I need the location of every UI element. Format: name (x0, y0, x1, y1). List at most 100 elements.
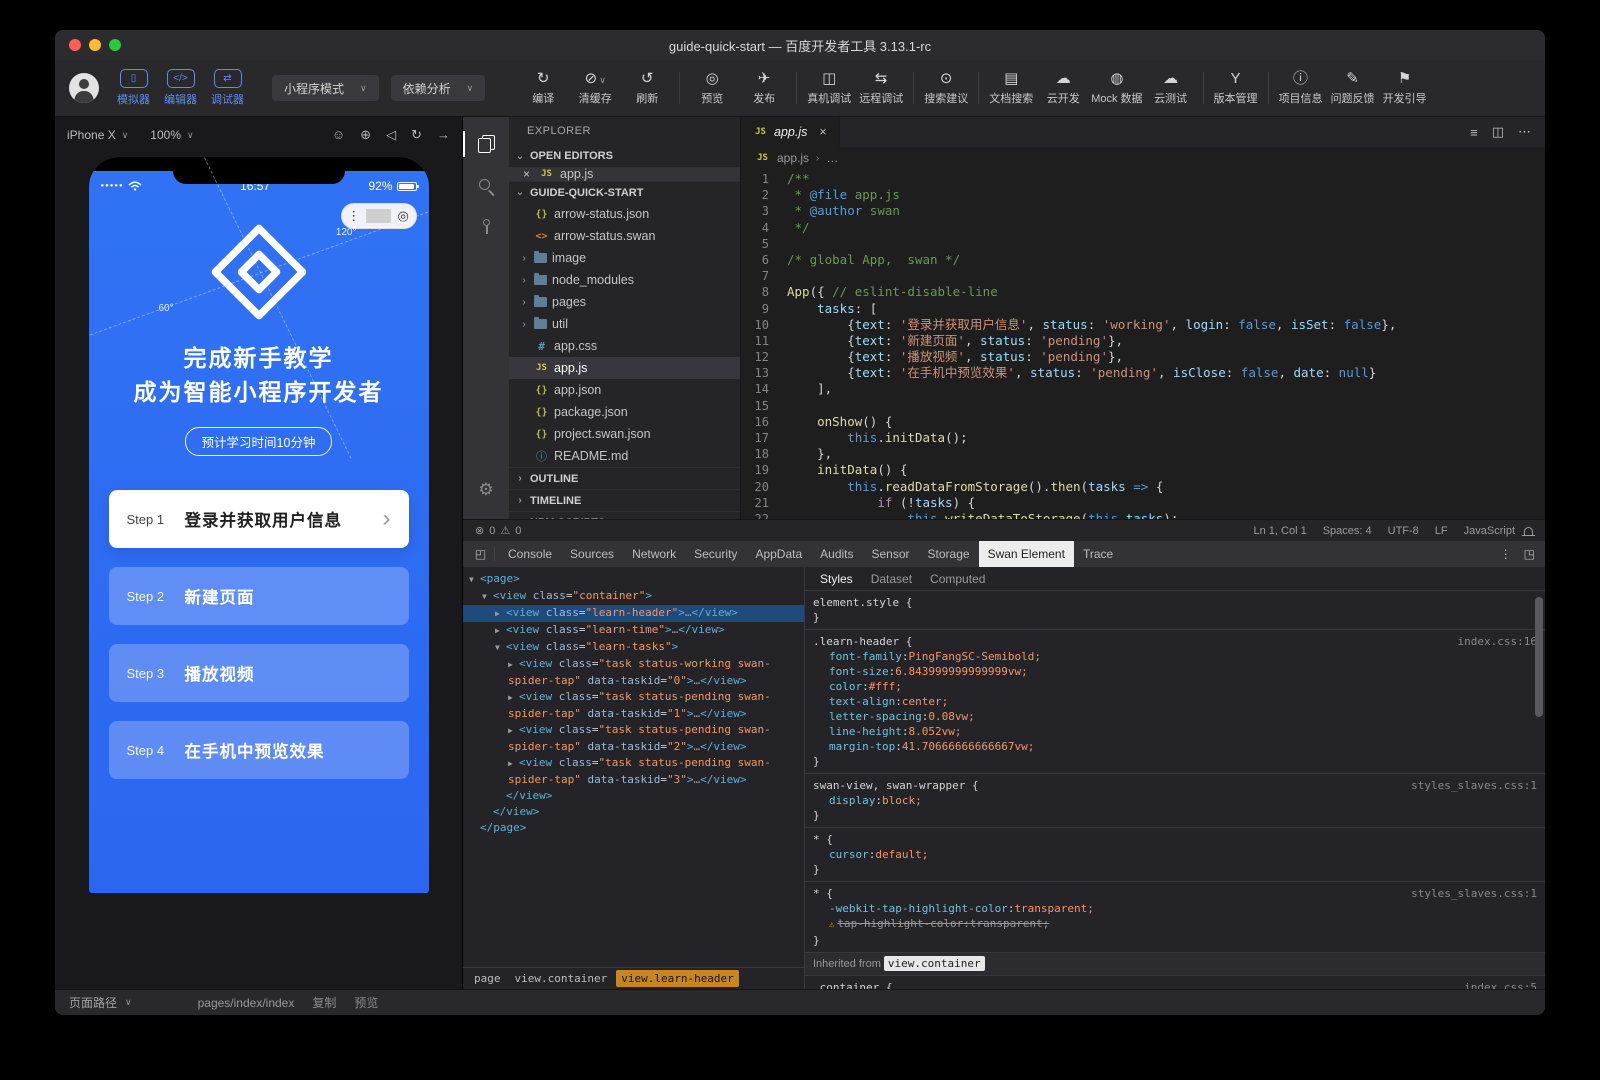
settings-gear-button[interactable]: ⚙ (463, 469, 509, 511)
devtools-tab-security[interactable]: Security (685, 541, 746, 567)
element-node[interactable]: </page> (463, 820, 804, 836)
status-language-mode[interactable]: JavaScript (1464, 525, 1515, 537)
toolbar-action-cloud-dev[interactable]: ☁云开发 (1039, 70, 1087, 106)
file-image[interactable]: ›image (509, 247, 740, 269)
devtools-tab-appdata[interactable]: AppData (746, 541, 811, 567)
elements-breadcrumb[interactable]: view.container (510, 970, 613, 987)
file-util[interactable]: ›util (509, 313, 740, 335)
stylesheet-link[interactable]: styles_slaves.css:1 (1399, 886, 1537, 901)
element-node[interactable]: ▶<view class="learn-time">…</view> (463, 622, 804, 639)
stylesheet-link[interactable]: index.css:16 (1446, 634, 1537, 649)
sound-icon[interactable]: ◁ (386, 127, 396, 143)
toolbar-action-refresh[interactable]: ↺刷新 (623, 70, 671, 106)
zoom-window-button[interactable] (109, 39, 121, 51)
inspect-element-icon[interactable]: ◰ (467, 547, 495, 561)
devtools-tab-trace[interactable]: Trace (1074, 541, 1122, 567)
explorer-activity-icon[interactable] (463, 123, 509, 165)
style-property[interactable]: -webkit-tap-highlight-color:transparent; (813, 901, 1537, 916)
step-card-2[interactable]: Step 2新建页面 (109, 567, 409, 625)
notifications-bell-icon[interactable] (1524, 527, 1533, 535)
toolbar-action-feedback[interactable]: ✎问题反馈 (1329, 70, 1377, 106)
element-node[interactable]: </view> (463, 788, 804, 804)
styles-subtab-dataset[interactable]: Dataset (862, 572, 921, 586)
element-node[interactable]: ▶<view class="task status-pending swan-s… (463, 689, 804, 722)
code-area[interactable]: 1/**2 * @file app.js3 * @author swan4 */… (741, 169, 1545, 519)
toolbar-dropdown-dependency-analysis[interactable]: 依赖分析∨ (391, 75, 486, 101)
toolbar-action-mock-data[interactable]: ◍Mock 数据 (1091, 70, 1142, 106)
close-icon[interactable]: × (819, 125, 826, 139)
toolbar-dropdown-mini-program-mode[interactable]: 小程序模式∨ (272, 75, 379, 101)
toolbar-action-search-suggest[interactable]: ⊙搜索建议 (922, 70, 970, 106)
inherited-element-link[interactable]: view.container (884, 956, 985, 971)
element-node[interactable]: ▼<view class="learn-tasks"> (463, 639, 804, 656)
element-node[interactable]: </view> (463, 804, 804, 820)
style-property[interactable]: margin-top:41.70666666666667vw; (813, 739, 1537, 754)
open-editors-list-icon[interactable]: ≡ (1470, 125, 1478, 140)
style-property[interactable]: font-size:6.843999999999999vw; (813, 664, 1537, 679)
more-icon[interactable]: ⋮ (1500, 547, 1512, 561)
path-label[interactable]: 页面路径 (69, 994, 117, 1011)
editor-breadcrumb[interactable]: JS app.js › … (741, 147, 1545, 169)
devtools-tab-sensor[interactable]: Sensor (863, 541, 919, 567)
style-property[interactable]: color:#fff; (813, 679, 1537, 694)
toolbar-action-clear-cache[interactable]: ⊘∨清缓存 (571, 70, 619, 106)
user-avatar[interactable] (69, 73, 99, 103)
detach-icon[interactable]: → (437, 127, 450, 143)
copy-path-button[interactable]: 复制 (312, 994, 336, 1011)
stylesheet-link[interactable]: styles_slaves.css:1 (1399, 778, 1537, 793)
split-editor-icon[interactable]: ◫ (1492, 124, 1504, 140)
toolbar-action-publish[interactable]: ✈发布 (740, 70, 788, 106)
toolbar-action-doc-search[interactable]: ▤文档搜索 (987, 70, 1035, 106)
toolbar-action-preview[interactable]: ◎预览 (688, 70, 736, 106)
project-root-folder[interactable]: ⌄ GUIDE-QUICK-START (509, 181, 740, 203)
style-property[interactable]: text-align:center; (813, 694, 1537, 709)
warnings-icon[interactable]: ⚠ (500, 524, 510, 537)
scrollbar-thumb[interactable] (1535, 597, 1543, 717)
stylesheet-link[interactable]: index.css:5 (1452, 980, 1537, 989)
element-node[interactable]: ▼<view class="container"> (463, 588, 804, 605)
errors-icon[interactable]: ⊗ (475, 524, 484, 537)
mode-button-editor[interactable]: </>编辑器 (164, 69, 197, 107)
devtools-tab-audits[interactable]: Audits (811, 541, 862, 567)
element-node[interactable]: ▶<view class="task status-pending swan-s… (463, 722, 804, 755)
status-indentation[interactable]: Spaces: 4 (1323, 525, 1372, 537)
step-card-3[interactable]: Step 3播放视频 (109, 644, 409, 702)
file-app.js[interactable]: JSapp.js (509, 357, 740, 379)
file-app.css[interactable]: #app.css (509, 335, 740, 357)
element-node[interactable]: ▶<view class="task status-working swan-s… (463, 656, 804, 689)
devtools-tab-network[interactable]: Network (623, 541, 685, 567)
status-encoding[interactable]: UTF-8 (1388, 525, 1419, 537)
dock-side-icon[interactable]: ◳ (1524, 547, 1535, 561)
section-npm-scripts[interactable]: ›NPM SCRIPTS (509, 511, 740, 519)
zoom-select[interactable]: 100% ∨ (150, 128, 193, 142)
user-login-icon[interactable]: ☺ (332, 127, 345, 143)
tab-app-js[interactable]: JS app.js × (741, 117, 840, 147)
devtools-tab-console[interactable]: Console (499, 541, 561, 567)
style-property[interactable]: font-family:PingFangSC-Semibold; (813, 649, 1537, 664)
devtools-tab-storage[interactable]: Storage (919, 541, 979, 567)
network-icon[interactable]: ⊕ (360, 127, 371, 143)
style-property[interactable]: letter-spacing:0.08vw; (813, 709, 1537, 724)
file-pages[interactable]: ›pages (509, 291, 740, 313)
file-README.md[interactable]: ⓘREADME.md (509, 445, 740, 467)
toolbar-action-cloud-test[interactable]: ☁云测试 (1147, 70, 1195, 106)
preview-path-button[interactable]: 预览 (354, 994, 378, 1011)
more-actions-icon[interactable]: ⋯ (1518, 124, 1531, 140)
styles-subtab-computed[interactable]: Computed (921, 572, 994, 586)
toolbar-action-compile[interactable]: ↻编译 (519, 70, 567, 106)
style-property[interactable]: display:block; (813, 793, 1537, 808)
search-activity-icon[interactable] (463, 165, 509, 207)
step-card-1[interactable]: Step 1登录并获取用户信息› (109, 490, 409, 548)
status-eol[interactable]: LF (1435, 525, 1448, 537)
open-editor-app-js[interactable]: × JS app.js (509, 167, 740, 181)
section-timeline[interactable]: ›TIMELINE (509, 489, 740, 511)
mode-button-simulator[interactable]: ▯模拟器 (117, 69, 150, 107)
toolbar-action-remote-debug[interactable]: ⇆远程调试 (857, 70, 905, 106)
toolbar-action-version-control[interactable]: Y版本管理 (1212, 70, 1260, 106)
element-node[interactable]: ▶<view class="learn-header">…</view> (463, 605, 804, 622)
file-node_modules[interactable]: ›node_modules (509, 269, 740, 291)
style-property[interactable]: line-height:8.052vw; (813, 724, 1537, 739)
minimize-window-button[interactable] (89, 39, 101, 51)
devtools-tab-sources[interactable]: Sources (561, 541, 623, 567)
file-app.json[interactable]: {}app.json (509, 379, 740, 401)
